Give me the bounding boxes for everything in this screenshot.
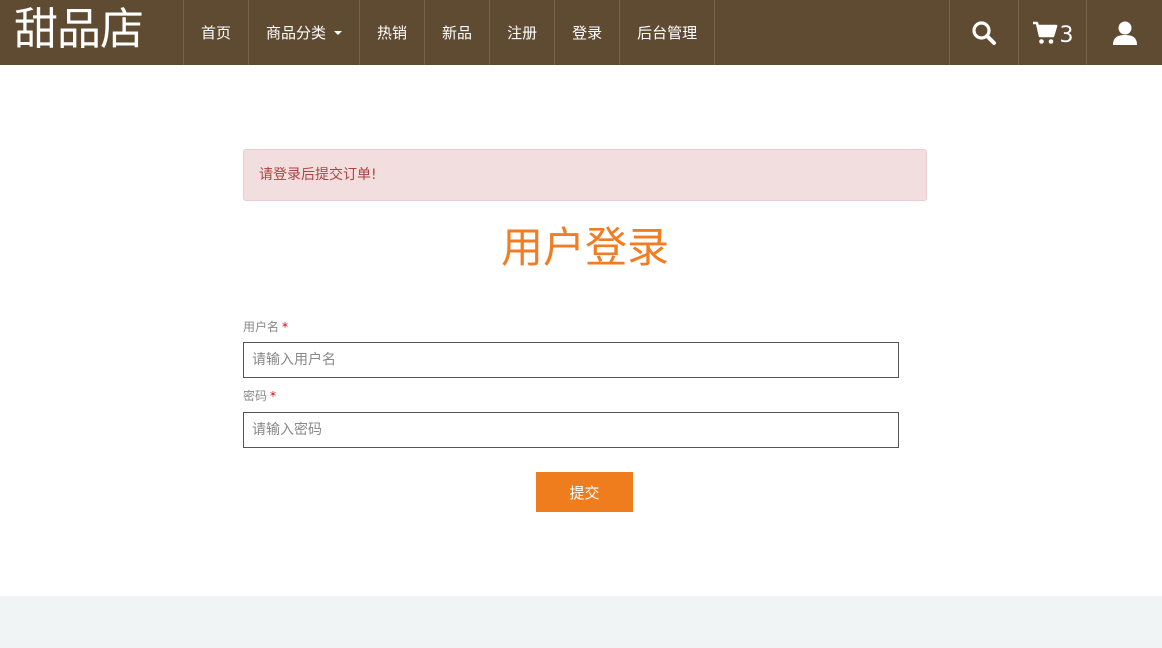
top-navbar: 甜品店 首页 商品分类 热销 新品 注册 登录 后台管理 3 xyxy=(0,0,1162,65)
submit-button[interactable]: 提交 xyxy=(536,472,633,512)
chevron-down-icon xyxy=(334,30,343,35)
nav-item-new[interactable]: 新品 xyxy=(425,0,491,65)
required-mark: * xyxy=(270,389,277,403)
user-icon xyxy=(1112,21,1137,45)
nav-item-categories[interactable]: 商品分类 xyxy=(249,0,361,65)
nav-label: 新品 xyxy=(442,23,473,42)
site-brand[interactable]: 甜品店 xyxy=(14,2,144,58)
password-input[interactable] xyxy=(243,412,899,448)
nav-label: 注册 xyxy=(507,23,538,42)
nav-label: 后台管理 xyxy=(637,23,698,42)
username-input[interactable] xyxy=(243,342,899,378)
password-label-text: 密码 xyxy=(243,389,268,403)
cart-count-badge: 3 xyxy=(1059,23,1074,48)
search-icon xyxy=(972,20,996,45)
cart-button[interactable]: 3 xyxy=(1018,0,1086,65)
nav-label: 商品分类 xyxy=(266,23,327,42)
cart-icon xyxy=(1032,21,1057,44)
username-label-text: 用户名 xyxy=(243,320,280,334)
nav-item-register[interactable]: 注册 xyxy=(490,0,556,65)
page-title: 用户登录 xyxy=(500,223,669,272)
nav-item-home[interactable]: 首页 xyxy=(184,0,250,65)
password-label: 密码 * xyxy=(243,387,276,404)
login-required-alert: 请登录后提交订单! xyxy=(243,149,927,201)
user-button[interactable] xyxy=(1086,0,1162,65)
main-nav: 首页 商品分类 热销 新品 注册 登录 后台管理 xyxy=(183,0,716,65)
nav-item-admin[interactable]: 后台管理 xyxy=(620,0,716,65)
nav-item-hot[interactable]: 热销 xyxy=(360,0,426,65)
required-mark: * xyxy=(282,320,289,334)
search-button[interactable] xyxy=(949,0,1018,65)
nav-label: 热销 xyxy=(377,23,408,42)
nav-label: 登录 xyxy=(572,23,603,42)
nav-item-login[interactable]: 登录 xyxy=(555,0,621,65)
username-label: 用户名 * xyxy=(243,318,288,335)
page-footer xyxy=(0,596,1162,648)
nav-label: 首页 xyxy=(201,23,232,42)
